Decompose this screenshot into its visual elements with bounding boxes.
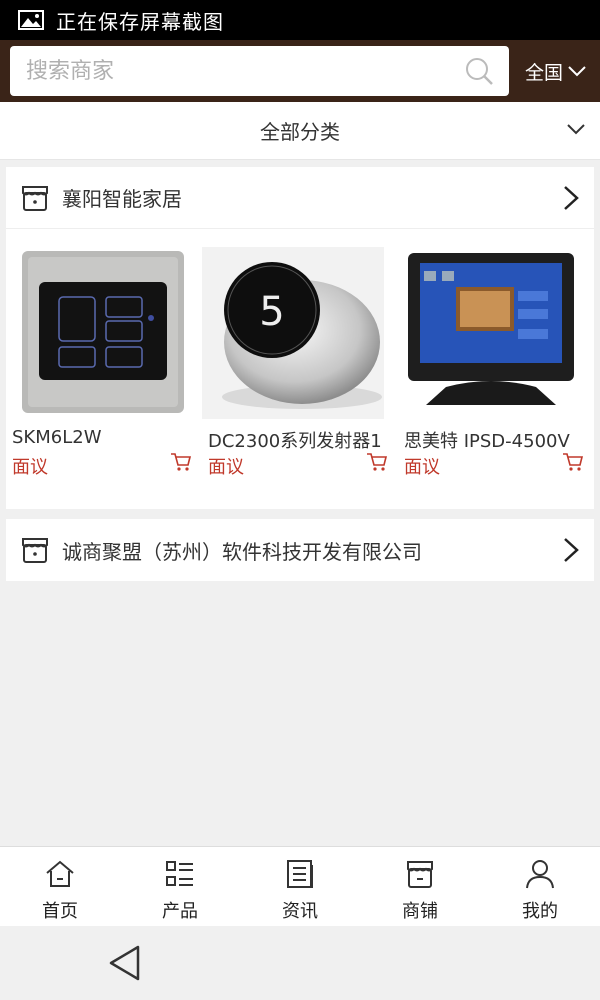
product-list: SKM6L2W 面议 5 DC2300系列发射器1 面议 思美特 IPSD-45… xyxy=(6,229,594,478)
search-box[interactable] xyxy=(10,46,509,96)
list-icon xyxy=(166,861,193,886)
shop-name: 襄阳智能家居 xyxy=(62,187,182,211)
product-item[interactable]: 思美特 IPSD-4500V 面议 xyxy=(398,247,594,478)
region-selector[interactable]: 全国 xyxy=(525,58,587,85)
nav-label: 资讯 xyxy=(282,901,318,922)
nav-news[interactable]: 资讯 xyxy=(240,847,360,926)
cart-icon[interactable] xyxy=(562,452,584,472)
shop-header[interactable]: 襄阳智能家居 xyxy=(6,167,594,229)
header: 全国 xyxy=(0,40,600,102)
nav-label: 产品 xyxy=(162,901,198,922)
search-input[interactable] xyxy=(26,58,463,84)
product-name: DC2300系列发射器1 xyxy=(208,431,382,452)
nav-home[interactable]: 首页 xyxy=(0,847,120,926)
back-icon[interactable] xyxy=(108,944,142,982)
nav-shops[interactable]: 商铺 xyxy=(360,847,480,926)
nav-profile[interactable]: 我的 xyxy=(480,847,600,926)
news-icon xyxy=(287,860,313,888)
cart-icon[interactable] xyxy=(170,452,192,472)
category-filter[interactable]: 全部分类 xyxy=(0,102,600,160)
shop-name: 诚商聚盟（苏州）软件科技开发有限公司 xyxy=(62,539,422,564)
product-name: SKM6L2W xyxy=(12,427,102,448)
nav-label: 商铺 xyxy=(402,901,438,922)
chevron-right-icon[interactable] xyxy=(562,536,580,564)
product-image[interactable]: 5 xyxy=(202,247,384,419)
home-icon xyxy=(46,860,74,887)
status-text: 正在保存屏幕截图 xyxy=(56,9,224,34)
nav-label: 首页 xyxy=(42,901,78,922)
product-name: 思美特 IPSD-4500V xyxy=(404,431,570,452)
user-icon xyxy=(526,860,554,889)
system-nav-bar xyxy=(0,926,600,1000)
screenshot-icon xyxy=(18,10,44,30)
product-price: 面议 xyxy=(12,457,48,478)
region-label: 全国 xyxy=(525,61,564,84)
chevron-down-icon xyxy=(567,124,585,135)
chevron-down-icon xyxy=(568,66,586,77)
cart-icon[interactable] xyxy=(366,452,388,472)
svg-text:5: 5 xyxy=(259,289,284,335)
product-price: 面议 xyxy=(404,457,440,478)
product-image[interactable] xyxy=(406,247,576,419)
nav-products[interactable]: 产品 xyxy=(120,847,240,926)
shop-card: 襄阳智能家居 SKM6L2W 面议 5 DC2300系列发射器1 面议 思美特 … xyxy=(6,167,594,509)
shop-card: 诚商聚盟（苏州）软件科技开发有限公司 xyxy=(6,519,594,581)
bottom-nav: 首页 产品 资讯 商铺 我的 xyxy=(0,846,600,926)
store-icon xyxy=(22,538,48,563)
product-image[interactable] xyxy=(14,247,184,419)
search-icon[interactable] xyxy=(463,55,495,87)
chevron-right-icon[interactable] xyxy=(562,184,580,212)
product-item[interactable]: 5 DC2300系列发射器1 面议 xyxy=(202,247,398,478)
store-icon xyxy=(22,185,48,211)
status-bar: 正在保存屏幕截图 xyxy=(0,0,600,40)
product-price: 面议 xyxy=(208,457,244,478)
store-icon xyxy=(407,861,433,888)
category-label: 全部分类 xyxy=(260,120,340,144)
product-item[interactable]: SKM6L2W 面议 xyxy=(6,247,202,478)
nav-label: 我的 xyxy=(522,901,558,922)
shop-header[interactable]: 诚商聚盟（苏州）软件科技开发有限公司 xyxy=(6,519,594,581)
